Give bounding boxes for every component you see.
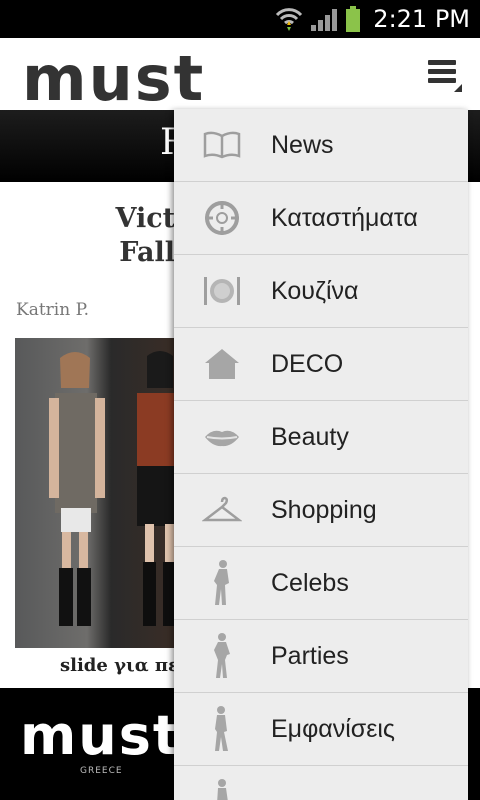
menu-item-label: News (271, 130, 334, 159)
app-header: must (0, 38, 480, 115)
menu-item-appearances[interactable]: Εμφανίσεις (174, 693, 468, 766)
runway-model-figure (49, 352, 105, 626)
menu-icon-bar (428, 69, 456, 74)
menu-item-label: Celebs (271, 568, 349, 597)
menu-item-label: Parties (271, 641, 349, 670)
article-photo[interactable] (15, 338, 175, 648)
menu-icon-bar (428, 60, 456, 65)
book-icon (202, 125, 242, 165)
menu-icon-bar (428, 78, 456, 83)
hanger-icon (202, 490, 242, 530)
woman-silhouette-icon (202, 560, 242, 605)
menu-item-kitchen[interactable]: Κουζίνα (174, 255, 468, 328)
status-bar: 2:21 PM (0, 0, 480, 38)
woman-silhouette-icon (202, 706, 242, 751)
menu-item-label: Εμφανίσεις (271, 714, 395, 743)
battery-icon (346, 6, 361, 32)
banner-subtitle: GREECE (80, 766, 123, 776)
menu-item-label: Shopping (271, 495, 377, 524)
signal-icon (311, 9, 338, 31)
menu-item-beauty[interactable]: Beauty (174, 401, 468, 474)
status-time: 2:21 PM (373, 5, 470, 33)
menu-item-label: Κουζίνα (271, 276, 359, 305)
lips-icon (202, 417, 242, 457)
plate-cutlery-icon (202, 271, 242, 311)
menu-item-parties[interactable]: Parties (174, 620, 468, 693)
crosshair-icon (202, 198, 242, 238)
menu-item-label: Beauty (271, 422, 349, 451)
wifi-icon (276, 8, 303, 31)
menu-item-stores[interactable]: Καταστήματα (174, 182, 468, 255)
menu-button[interactable] (424, 56, 462, 92)
house-icon (202, 344, 242, 384)
woman-silhouette-icon (202, 633, 242, 678)
menu-item-label: Καταστήματα (271, 203, 418, 232)
menu-item-shopping[interactable]: Shopping (174, 474, 468, 547)
menu-item-deco[interactable]: DECO (174, 328, 468, 401)
menu-item-partial[interactable] (174, 766, 468, 800)
menu-item-label: DECO (271, 349, 344, 378)
navigation-dropdown-menu: News Καταστήματα Κουζίνα DECO Beauty Sho… (174, 109, 468, 800)
status-icons (275, 6, 361, 32)
runway-model-figure (137, 351, 175, 626)
menu-corner-indicator (454, 84, 462, 92)
woman-silhouette-icon (202, 779, 242, 800)
banner-logo: must (20, 704, 181, 767)
photo-caption: slide για πε (60, 655, 179, 676)
article-author: Katrin P. (16, 300, 89, 320)
menu-item-celebs[interactable]: Celebs (174, 547, 468, 620)
brand-logo[interactable]: must (22, 42, 205, 115)
menu-item-news[interactable]: News (174, 109, 468, 182)
